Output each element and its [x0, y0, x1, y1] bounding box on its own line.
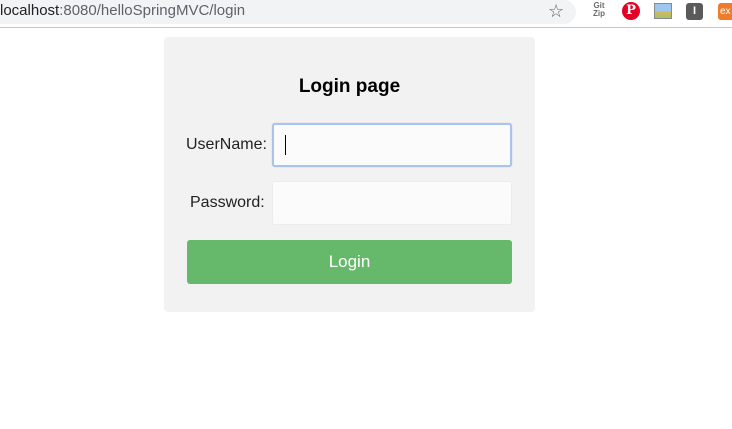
- dark-extension-icon[interactable]: I: [686, 3, 703, 20]
- url-text[interactable]: localhost:8080/helloSpringMVC/login: [0, 2, 245, 20]
- url-host: localhost: [0, 2, 60, 19]
- browser-toolbar: localhost:8080/helloSpringMVC/login ☆ Gi…: [0, 0, 732, 28]
- password-label: Password:: [190, 194, 265, 211]
- username-label: UserName:: [186, 136, 267, 153]
- username-input[interactable]: [272, 123, 512, 167]
- page-title: Login page: [298, 76, 401, 97]
- gitzip-extension-icon[interactable]: Git Zip: [590, 2, 608, 20]
- login-card: Login page UserName: Password: Login: [164, 37, 535, 312]
- pinterest-extension-icon[interactable]: P: [622, 2, 640, 20]
- url-path: :8080/helloSpringMVC/login: [59, 2, 246, 19]
- orange-extension-icon[interactable]: ex: [718, 3, 732, 20]
- bookmark-star-icon[interactable]: ☆: [548, 1, 564, 21]
- gitzip-bottom-text: Zip: [593, 9, 605, 18]
- login-button[interactable]: Login: [187, 240, 512, 284]
- text-cursor: [285, 135, 286, 155]
- address-bar[interactable]: localhost:8080/helloSpringMVC/login: [0, 0, 576, 24]
- password-input[interactable]: [272, 181, 512, 225]
- image-extension-icon[interactable]: [654, 3, 672, 19]
